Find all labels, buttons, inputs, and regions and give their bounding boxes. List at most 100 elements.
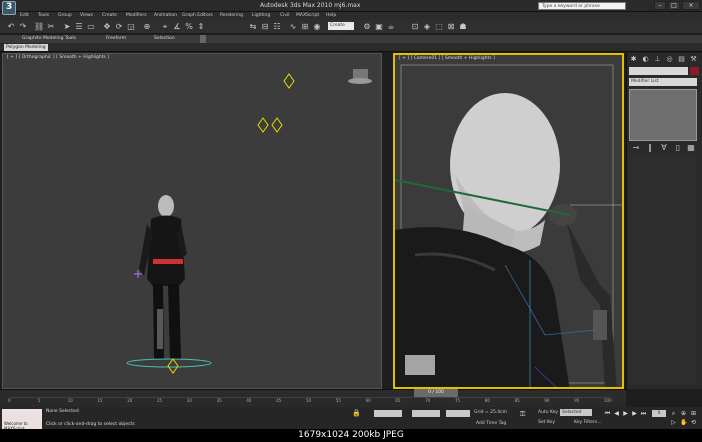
play-icon[interactable]: ▶ — [622, 410, 629, 417]
menu-graph-editors[interactable]: Graph Editors — [182, 12, 213, 20]
render-setup-icon[interactable]: ⚙ — [362, 22, 372, 32]
minimize-button[interactable]: – — [654, 1, 666, 10]
timeline-tick-label: 70 — [425, 398, 431, 403]
viewport-orthographic[interactable]: [ + ] [ Orthographic ] [ Smooth + Highli… — [2, 53, 382, 389]
undo-icon[interactable]: ↶ — [6, 22, 16, 32]
schematic-icon[interactable]: ⊞ — [300, 22, 310, 32]
go-to-start-icon[interactable]: ⏮ — [604, 410, 611, 417]
time-slider-thumb[interactable]: 0 / 100 — [414, 389, 458, 397]
viewport-icon[interactable]: ⬚ — [434, 22, 444, 32]
create-tab-icon[interactable]: ✱ — [629, 55, 638, 64]
selection-set-dropdown[interactable]: Create Selection Se — [328, 22, 354, 44]
menu-modifiers[interactable]: Modifiers — [126, 12, 147, 20]
rotate-icon[interactable]: ⟳ — [114, 22, 124, 32]
z-coord-field[interactable] — [446, 410, 470, 417]
render-frame-icon[interactable]: ▣ — [374, 22, 384, 32]
app-logo-icon[interactable]: 3 — [2, 1, 16, 15]
viewport-camera[interactable]: [ + ] [ Camera01 ] [ Smooth + Highlights… — [393, 53, 624, 389]
next-frame-icon[interactable]: ▶ — [631, 410, 638, 417]
maximize-button[interactable]: □ — [668, 1, 680, 10]
link-icon[interactable]: ⛓ — [34, 22, 44, 32]
explorer-icon[interactable]: ⊠ — [446, 22, 456, 32]
modify-tab-icon[interactable]: ◐ — [641, 55, 650, 64]
menu-create[interactable]: Create — [102, 12, 117, 20]
hierarchy-tab-icon[interactable]: ⊥ — [653, 55, 662, 64]
display-tab-icon[interactable]: ▤ — [677, 55, 686, 64]
timeline-tick-label: 10 — [67, 398, 73, 403]
menu-maxscript[interactable]: MAXScript — [296, 12, 319, 20]
modifier-list-dropdown[interactable]: Modifier List — [629, 78, 697, 86]
menu-group[interactable]: Group — [58, 12, 72, 20]
viewport-label[interactable]: [ + ] [ Camera01 ] [ Smooth + Highlights… — [399, 56, 495, 61]
menu-edit[interactable]: Edit — [20, 12, 29, 20]
rect-select-icon[interactable]: ▭ — [86, 22, 96, 32]
named-sets-icon[interactable]: ⊡ — [410, 22, 420, 32]
set-key-button[interactable]: Set Key — [538, 420, 555, 425]
move-icon[interactable]: ✥ — [102, 22, 112, 32]
motion-tab-icon[interactable]: ◎ — [665, 55, 674, 64]
teapot-render-icon[interactable]: ☗ — [458, 22, 468, 32]
zoom-icon[interactable]: ⌕ — [670, 410, 677, 417]
current-frame-field[interactable]: 0 — [652, 410, 666, 417]
zoom-extents-icon[interactable]: ⊞ — [690, 410, 697, 417]
select-by-name-icon[interactable]: ☰ — [74, 22, 84, 32]
menu-lighting[interactable]: Lighting — [252, 12, 270, 20]
menu-animation[interactable]: Animation — [154, 12, 177, 20]
select-icon[interactable]: ➤ — [62, 22, 72, 32]
isolate-icon[interactable]: ◈ — [422, 22, 432, 32]
field-of-view-icon[interactable]: ▷ — [670, 419, 677, 426]
spinner-snap-icon[interactable]: ⇕ — [196, 22, 206, 32]
orbit-icon[interactable]: ⟲ — [690, 419, 697, 426]
track-bar[interactable] — [0, 396, 626, 407]
auto-key-button[interactable]: Auto Key — [538, 410, 558, 415]
key-icon[interactable]: ⚿ — [520, 410, 525, 419]
object-name-field[interactable] — [629, 67, 688, 75]
tab-freeform[interactable]: Freeform — [106, 35, 126, 43]
configure-sets-icon[interactable]: ▦ — [686, 143, 696, 153]
layer-icon[interactable]: ☷ — [272, 22, 282, 32]
prev-frame-icon[interactable]: ◀ — [613, 410, 620, 417]
x-coord-field[interactable] — [374, 410, 402, 417]
key-filters-button[interactable]: Key Filters... — [574, 420, 601, 425]
lock-selection-icon[interactable]: 🔒 — [352, 409, 361, 417]
curve-editor-icon[interactable]: ∿ — [288, 22, 298, 32]
redo-icon[interactable]: ↷ — [18, 22, 28, 32]
polygon-modeling-panel[interactable]: Polygon Modeling — [4, 44, 48, 51]
window-title: Autodesk 3ds Max 2010 mj6.max — [260, 2, 361, 9]
zoom-all-icon[interactable]: ⊕ — [680, 410, 687, 417]
ribbon-options-icon[interactable] — [200, 35, 206, 43]
pin-stack-icon[interactable]: ⊸ — [631, 143, 641, 153]
render-icon[interactable]: ☕ — [386, 22, 396, 32]
align-icon[interactable]: ⊟ — [260, 22, 270, 32]
mirror-icon[interactable]: ⇆ — [248, 22, 258, 32]
modifier-stack[interactable] — [629, 89, 697, 141]
utilities-tab-icon[interactable]: ⚒ — [689, 55, 698, 64]
unlink-icon[interactable]: ✂ — [46, 22, 56, 32]
show-end-result-icon[interactable]: ‖ — [645, 143, 655, 153]
pivot-icon[interactable]: ⊕ — [142, 22, 152, 32]
make-unique-icon[interactable]: ∀ — [659, 143, 669, 153]
tab-selection[interactable]: Selection — [154, 35, 175, 43]
menu-rendering[interactable]: Rendering — [220, 12, 243, 20]
material-editor-icon[interactable]: ◉ — [312, 22, 322, 32]
search-input[interactable]: Type a keyword or phrase — [538, 2, 626, 10]
scale-icon[interactable]: ◲ — [126, 22, 136, 32]
add-time-tag[interactable]: Add Time Tag — [476, 421, 506, 426]
percent-snap-icon[interactable]: % — [184, 22, 194, 32]
go-to-end-icon[interactable]: ⏭ — [640, 410, 647, 417]
object-color-swatch[interactable] — [690, 67, 699, 75]
time-slider[interactable] — [0, 389, 626, 397]
y-coord-field[interactable] — [412, 410, 440, 417]
tab-graphite-modeling[interactable]: Graphite Modeling Tools — [22, 35, 76, 43]
pan-icon[interactable]: ✋ — [680, 419, 687, 426]
remove-modifier-icon[interactable]: ▯ — [673, 143, 683, 153]
key-mode-dropdown[interactable]: Selected — [560, 409, 592, 416]
maxscript-listener[interactable]: Welcome to MAXScript. — [2, 409, 42, 431]
menu-views[interactable]: Views — [80, 12, 93, 20]
snap-icon[interactable]: ⌖ — [160, 22, 170, 32]
close-button[interactable]: × — [682, 1, 700, 10]
menu-help[interactable]: Help — [326, 12, 336, 20]
menu-civil[interactable]: Civil — [280, 12, 290, 20]
angle-snap-icon[interactable]: ∡ — [172, 22, 182, 32]
menu-tools[interactable]: Tools — [38, 12, 49, 20]
